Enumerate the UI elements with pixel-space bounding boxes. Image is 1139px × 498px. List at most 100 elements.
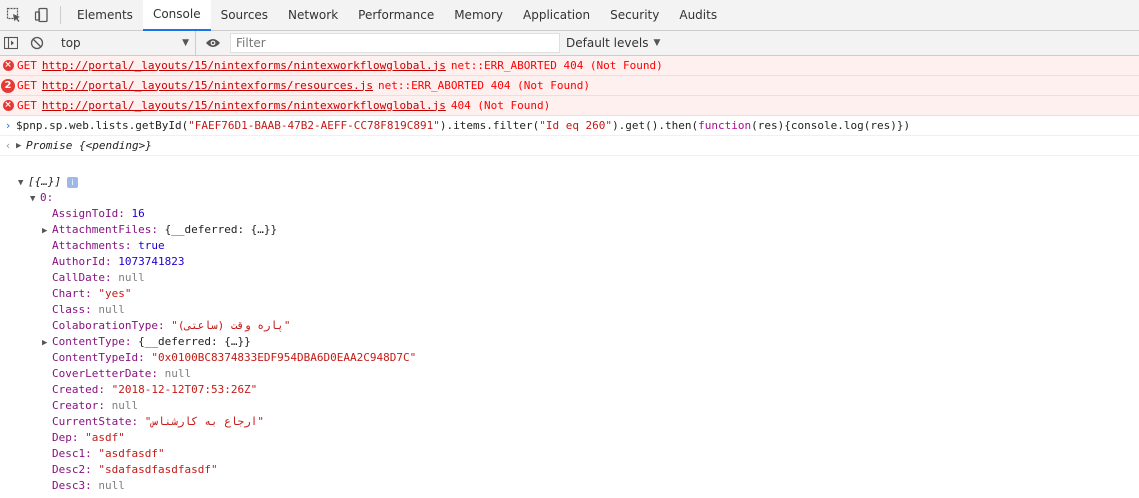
property-value: null (98, 303, 125, 316)
device-toolbar-icon[interactable] (28, 0, 56, 31)
request-method: GET (17, 98, 37, 112)
property-key: CallDate (52, 271, 105, 284)
property-value: 16 (131, 207, 145, 220)
property-value: true (138, 239, 165, 252)
tab-sources[interactable]: Sources (211, 0, 278, 31)
console-output: × GET http://portal/_layouts/15/nintexform… (0, 56, 1139, 498)
expand-arrow-icon[interactable]: ▶ (42, 223, 52, 239)
property-value: null (111, 399, 139, 412)
sidebar-toggle-icon[interactable] (0, 31, 22, 56)
property-row[interactable]: ▶ AttachmentFiles: {__deferred: {…}} (0, 222, 1139, 238)
devtools-tabbar: Elements Console Sources Network Performance… (0, 0, 1139, 31)
property-key: ContentTypeId (52, 351, 139, 364)
tab-audits[interactable]: Audits (669, 0, 727, 31)
tab-security[interactable]: Security (600, 0, 669, 31)
tab-network[interactable]: Network (278, 0, 348, 31)
code-part: ).items.filter( (439, 118, 540, 132)
error-icon: × (0, 100, 16, 111)
expand-arrow-icon[interactable]: ▶ (42, 335, 52, 351)
error-message: × GET http://portal/_layouts/15/nintexform… (0, 96, 1139, 116)
context-value: top (61, 36, 81, 50)
property-key: CurrentState (52, 415, 132, 428)
property-key: AssignToId (52, 207, 119, 220)
property-row[interactable]: ▶ ContentType: {__deferred: {…}} (0, 334, 1139, 350)
tab-performance[interactable]: Performance (348, 0, 444, 31)
filter-field[interactable] (230, 33, 560, 53)
error-x-icon: × (2, 100, 14, 111)
console-result-line[interactable]: ‹ ▶ Promise {<pending>} (0, 136, 1139, 156)
request-status: net::ERR_ABORTED 404 (Not Found) (450, 58, 663, 72)
object-tree: ▼ [{…}] i ▼ 0: AssignToId: 16 ▶ AttachmentFil… (0, 174, 1139, 494)
property-row: CurrentState: "ارجاع به کارشناس" (52, 415, 264, 428)
filter-input[interactable] (236, 36, 559, 50)
request-status: net::ERR_ABORTED 404 (Not Found) (378, 78, 590, 92)
live-expression-eye-icon[interactable] (202, 31, 224, 56)
property-key: Created (52, 383, 99, 396)
property-row: Dep: "asdf" (52, 431, 125, 444)
property-value: "ارجاع به کارشناس" (144, 415, 264, 428)
error-count: 2 (1, 78, 15, 93)
property-key: AuthorId (52, 255, 105, 268)
request-method: GET (17, 78, 37, 92)
log-levels-dropdown[interactable]: Default levels ▼ (566, 36, 660, 50)
property-value: "asdf" (85, 431, 125, 444)
tree-index[interactable]: ▼ 0: (0, 190, 1139, 206)
request-method: GET (17, 58, 37, 72)
log-levels-label: Default levels (566, 36, 649, 50)
dropdown-arrow-icon: ▼ (182, 38, 189, 48)
tab-console[interactable]: Console (142, 0, 211, 31)
property-row: CallDate: null (52, 271, 145, 284)
clear-console-icon[interactable] (26, 31, 48, 56)
property-value: "0x0100BC8374833EDF954DBA6D0EAA2C948D7C" (151, 351, 417, 364)
property-key: Desc2 (52, 463, 86, 476)
request-url-link[interactable]: http://portal/_layouts/15/nintexforms/ni… (42, 58, 446, 74)
tab-memory[interactable]: Memory (444, 0, 513, 31)
property-row: Creator: null (52, 399, 139, 412)
console-toolbar: top ▼ Default levels ▼ (0, 30, 1139, 56)
property-value: {__deferred: {…}} (138, 335, 251, 348)
collapse-arrow-icon[interactable]: ▼ (30, 191, 40, 207)
error-x-icon: × (2, 60, 14, 71)
tree-root[interactable]: ▼ [{…}] i (0, 174, 1139, 190)
expand-arrow-icon[interactable]: ▶ (16, 138, 26, 154)
request-url-link[interactable]: http://portal/_layouts/15/nintexforms/ni… (42, 98, 446, 114)
property-row: Desc3: null (52, 479, 125, 492)
tab-separator (60, 6, 61, 24)
property-value: {__deferred: {…}} (164, 223, 278, 236)
panel-tabs: Elements Console Sources Network Performance… (67, 0, 727, 31)
tab-application[interactable]: Application (513, 0, 600, 31)
property-row: CoverLetterDate: null (52, 367, 192, 380)
property-row: AuthorId: 1073741823 (52, 255, 185, 268)
dropdown-arrow-icon: ▼ (653, 38, 661, 48)
code-part: ).get().then( (612, 118, 699, 132)
tab-elements[interactable]: Elements (67, 0, 143, 31)
property-key: Dep (52, 431, 72, 444)
property-row: Desc2: "sdafasdfasdfasdf" (52, 463, 218, 476)
property-key: Class (52, 303, 86, 316)
property-key: Desc1 (52, 447, 86, 460)
property-value: 1073741823 (118, 255, 185, 268)
property-value: "yes" (98, 287, 132, 300)
property-key: ContentType (52, 335, 125, 348)
code-string: "Id eq 260" (539, 118, 613, 132)
property-row: Desc1: "asdfasdf" (52, 447, 165, 460)
property-value: "2018-12-12T07:53:26Z" (111, 383, 258, 396)
tree-index-label: 0: (40, 191, 54, 204)
property-key: AttachmentFiles (52, 223, 152, 236)
property-key: Attachments (52, 239, 125, 252)
property-row: ContentTypeId: "0x0100BC8374833EDF954DBA… (52, 351, 417, 364)
tree-root-label: [{…}] (28, 175, 62, 188)
property-value: null (164, 367, 192, 380)
error-icon: × (0, 60, 16, 71)
request-status: 404 (Not Found) (450, 98, 551, 112)
context-selector[interactable]: top ▼ (56, 30, 196, 56)
property-row: AssignToId: 16 (52, 207, 145, 220)
request-url-link[interactable]: http://portal/_layouts/15/nintexforms/re… (42, 78, 373, 94)
property-value: null (118, 271, 145, 284)
inspect-element-icon[interactable] (0, 0, 28, 31)
collapse-arrow-icon[interactable]: ▼ (18, 175, 28, 191)
property-value: null (98, 479, 125, 492)
info-icon[interactable]: i (67, 176, 79, 188)
property-key: Chart (52, 287, 86, 300)
error-message: 2 GET http://portal/_layouts/15/nintexform… (0, 76, 1139, 96)
